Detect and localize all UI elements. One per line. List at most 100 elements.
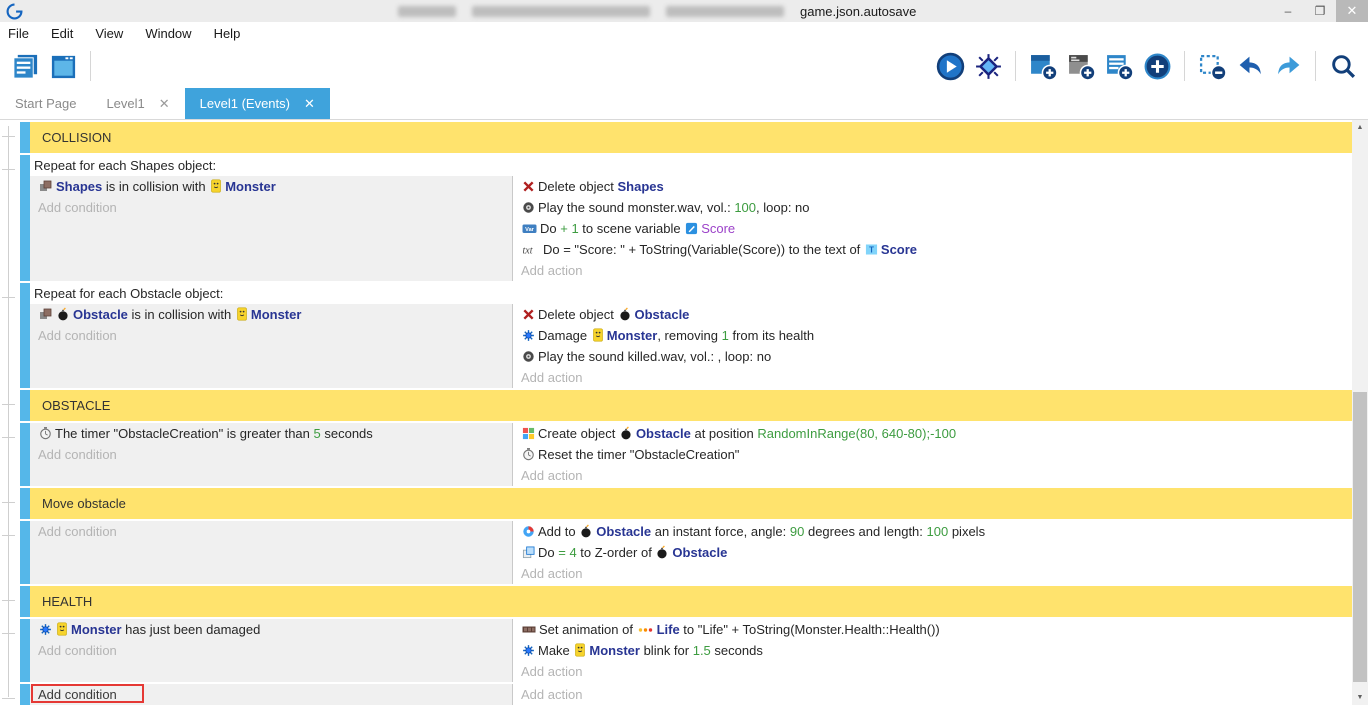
delete-selection-icon[interactable] — [1196, 50, 1228, 82]
menu-view[interactable]: View — [84, 26, 134, 41]
add-action-link[interactable]: Add action — [513, 661, 1352, 682]
add-comment-icon[interactable] — [1103, 50, 1135, 82]
action-row[interactable]: Damage Monster, removing 1 from its heal… — [513, 325, 1352, 346]
redo-icon[interactable] — [1272, 50, 1304, 82]
scroll-up-icon[interactable]: ▲ — [1352, 120, 1368, 135]
event-tree-tick — [2, 136, 15, 137]
text-segment: Shapes — [56, 179, 102, 194]
repeat-event-header[interactable]: Repeat for each Shapes object: — [30, 155, 1352, 176]
tab-close-icon[interactable]: ✕ — [159, 96, 170, 112]
undo-icon[interactable] — [1234, 50, 1266, 82]
add-condition-link[interactable]: Add condition — [30, 325, 512, 346]
force-icon — [522, 523, 535, 542]
text-segment: Damage — [538, 328, 591, 343]
action-row[interactable]: Reset the timer "ObstacleCreation" — [513, 444, 1352, 465]
event-block[interactable]: The timer "ObstacleCreation" is greater … — [20, 423, 1352, 486]
actions-column: Set animation of Life to "Life" + ToStri… — [512, 619, 1352, 682]
action-row[interactable]: VarDo + 1 to scene variable Score — [513, 218, 1352, 239]
text-segment: Add to — [538, 524, 579, 539]
timer-icon — [522, 446, 535, 465]
menu-help[interactable]: Help — [203, 26, 252, 41]
event-block[interactable]: Add conditionAdd to Obstacle an instant … — [20, 521, 1352, 584]
event-block[interactable]: Monster has just been damagedAdd conditi… — [20, 619, 1352, 682]
text-segment: Score — [881, 242, 917, 257]
text-segment: is in collision with — [128, 307, 235, 322]
action-row[interactable]: Create object Obstacle at position Rando… — [513, 423, 1352, 444]
monster-icon — [56, 621, 68, 640]
add-condition-link[interactable]: Add condition — [30, 444, 512, 465]
scene-editor-icon[interactable] — [47, 50, 79, 82]
toolbar-separator — [1315, 51, 1316, 81]
condition-row[interactable]: The timer "ObstacleCreation" is greater … — [30, 423, 512, 444]
text-segment: Delete object — [538, 307, 618, 322]
action-row[interactable]: Delete object Obstacle — [513, 304, 1352, 325]
add-condition-link[interactable]: Add condition — [30, 640, 512, 661]
close-button[interactable]: ✕ — [1336, 0, 1368, 22]
add-action-link[interactable]: Add action — [513, 367, 1352, 388]
editor-tab-bar: Start Page Level1 ✕ Level1 (Events) ✕ — [0, 88, 1368, 120]
add-subevent-icon[interactable] — [1065, 50, 1097, 82]
main-toolbar — [0, 44, 1368, 88]
group-header[interactable]: COLLISION — [30, 122, 1352, 153]
add-action-link[interactable]: Add action — [513, 260, 1352, 281]
event-group-block[interactable]: OBSTACLE — [20, 390, 1352, 421]
text-segment: blink for — [640, 643, 693, 658]
text-segment: Do — [540, 221, 560, 236]
add-action-link[interactable]: Add action — [513, 563, 1352, 584]
tab-start-page[interactable]: Start Page — [0, 88, 91, 119]
event-block[interactable]: Add conditionAdd action — [20, 684, 1352, 705]
damage-icon — [522, 642, 535, 661]
action-row[interactable]: Play the sound monster.wav, vol.: 100, l… — [513, 197, 1352, 218]
text-segment: Delete object — [538, 179, 618, 194]
text-segment: Set animation of — [539, 622, 637, 637]
add-condition-link[interactable]: Add condition — [30, 684, 512, 705]
add-circle-icon[interactable] — [1141, 50, 1173, 82]
add-event-icon[interactable] — [1027, 50, 1059, 82]
action-row[interactable]: Make Monster blink for 1.5 seconds — [513, 640, 1352, 661]
text-segment: has just been damaged — [122, 622, 261, 637]
scrollbar-thumb[interactable] — [1353, 392, 1367, 682]
action-row[interactable]: Do = 4 to Z-order of Obstacle — [513, 542, 1352, 563]
menu-window[interactable]: Window — [134, 26, 202, 41]
menu-edit[interactable]: Edit — [40, 26, 84, 41]
text-segment: Play the sound killed.wav, vol.: , loop:… — [538, 349, 771, 364]
add-action-link[interactable]: Add action — [513, 684, 1352, 705]
add-condition-link[interactable]: Add condition — [30, 197, 512, 218]
repeat-event-header[interactable]: Repeat for each Obstacle object: — [30, 283, 1352, 304]
condition-row[interactable]: Shapes is in collision with Monster — [30, 176, 512, 197]
add-condition-link[interactable]: Add condition — [30, 521, 512, 542]
event-group-block[interactable]: COLLISION — [20, 122, 1352, 153]
menu-file[interactable]: File — [0, 26, 40, 41]
create-icon — [522, 425, 535, 444]
group-label: COLLISION — [42, 130, 111, 145]
debug-icon[interactable] — [972, 50, 1004, 82]
tab-level1-events[interactable]: Level1 (Events) ✕ — [185, 88, 330, 119]
condition-row[interactable]: Monster has just been damaged — [30, 619, 512, 640]
event-group-block[interactable]: Move obstacle — [20, 488, 1352, 519]
tab-level1-scene[interactable]: Level1 ✕ — [91, 88, 184, 119]
add-action-link[interactable]: Add action — [513, 465, 1352, 486]
condition-row[interactable]: Obstacle is in collision with Monster — [30, 304, 512, 325]
group-header[interactable]: HEALTH — [30, 586, 1352, 617]
action-row[interactable]: Set animation of Life to "Life" + ToStri… — [513, 619, 1352, 640]
play-icon[interactable] — [934, 50, 966, 82]
group-header[interactable]: OBSTACLE — [30, 390, 1352, 421]
vertical-scrollbar[interactable]: ▲ ▼ — [1352, 120, 1368, 705]
toolbar-separator — [1015, 51, 1016, 81]
action-row[interactable]: Add to Obstacle an instant force, angle:… — [513, 521, 1352, 542]
action-row[interactable]: txtDo = "Score: " + ToString(Variable(Sc… — [513, 239, 1352, 260]
group-header[interactable]: Move obstacle — [30, 488, 1352, 519]
action-row[interactable]: Play the sound killed.wav, vol.: , loop:… — [513, 346, 1352, 367]
event-block[interactable]: Repeat for each Shapes object:Shapes is … — [20, 155, 1352, 281]
action-row[interactable]: Delete object Shapes — [513, 176, 1352, 197]
event-group-block[interactable]: HEALTH — [20, 586, 1352, 617]
event-tree-tick — [2, 437, 15, 438]
search-icon[interactable] — [1327, 50, 1359, 82]
maximize-button[interactable]: ❐ — [1304, 0, 1336, 22]
minimize-button[interactable]: – — [1272, 0, 1304, 22]
actions-column: Delete object ShapesPlay the sound monst… — [512, 176, 1352, 281]
project-manager-icon[interactable] — [9, 50, 41, 82]
tab-close-icon[interactable]: ✕ — [304, 96, 315, 112]
scroll-down-icon[interactable]: ▼ — [1352, 690, 1368, 705]
event-block[interactable]: Repeat for each Obstacle object:Obstacle… — [20, 283, 1352, 388]
